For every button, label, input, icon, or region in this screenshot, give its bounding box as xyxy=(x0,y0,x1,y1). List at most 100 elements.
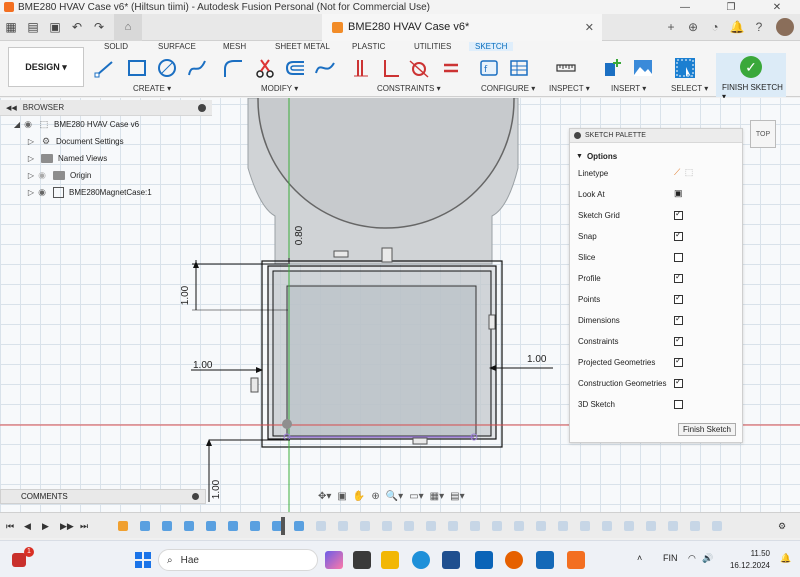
collapse-arrows-icon[interactable]: ◀◀ xyxy=(6,104,17,112)
trim-icon[interactable] xyxy=(254,57,276,79)
parameters-icon[interactable]: f xyxy=(478,57,500,79)
weather-icon[interactable] xyxy=(12,553,26,567)
checkbox[interactable] xyxy=(674,314,683,325)
wifi-icon[interactable]: ◠ xyxy=(688,553,696,564)
step-forward-icon[interactable]: ▶▶ xyxy=(60,521,74,532)
rectangle-icon[interactable] xyxy=(126,57,148,79)
fillet-icon[interactable] xyxy=(222,57,244,79)
expand-right-icon[interactable]: ▷ xyxy=(26,137,36,146)
select-icon[interactable] xyxy=(674,57,696,79)
dimension-label-top[interactable]: 0.80 xyxy=(294,226,305,245)
copilot-icon[interactable] xyxy=(325,551,343,569)
perpendicular-icon[interactable] xyxy=(380,57,402,79)
equal-icon[interactable] xyxy=(440,57,462,79)
palette-row-constraints[interactable]: Constraints xyxy=(570,331,742,352)
look-at-icon[interactable]: ▣ xyxy=(674,188,683,199)
help-icon[interactable]: ? xyxy=(748,20,770,34)
tree-item-component[interactable]: ▷ ◉ BME280MagnetCase:1 xyxy=(0,184,212,201)
browser-header[interactable]: ◀◀ BROWSER xyxy=(0,100,212,116)
dimension-label-left-horizontal[interactable]: 1.00 xyxy=(193,360,212,371)
timeline-feature[interactable] xyxy=(382,521,392,531)
tab-sketch[interactable]: SKETCH xyxy=(469,42,514,51)
browser-toggle-icon[interactable] xyxy=(198,103,206,112)
file-explorer-icon[interactable] xyxy=(381,551,399,569)
timeline-feature[interactable] xyxy=(646,521,656,531)
dimension-label-bottom[interactable]: 1.00 xyxy=(211,480,222,499)
expand-right-icon[interactable]: ▷ xyxy=(26,171,36,180)
checkbox[interactable] xyxy=(674,253,683,262)
palette-options-section[interactable]: ▼ Options xyxy=(570,149,742,163)
offset-icon[interactable] xyxy=(284,57,306,79)
timeline-feature[interactable] xyxy=(536,521,546,531)
timeline-feature[interactable] xyxy=(492,521,502,531)
palette-finish-sketch-button[interactable]: Finish Sketch xyxy=(678,423,736,436)
expand-right-icon[interactable]: ▷ xyxy=(26,154,36,163)
inspect-group-label[interactable]: INSPECT ▾ xyxy=(549,84,590,93)
timeline-feature[interactable] xyxy=(316,521,326,531)
grid-settings-icon[interactable]: ▦▾ xyxy=(430,491,444,502)
fusion-taskbar-icon[interactable] xyxy=(567,551,585,569)
insert-image-icon[interactable] xyxy=(632,57,654,79)
dimension-label-left-vertical[interactable]: 1.00 xyxy=(180,286,191,305)
palette-row-look-at[interactable]: Look At ▣ xyxy=(570,184,742,205)
redo-icon[interactable]: ↷ xyxy=(88,17,110,37)
configure-group-label[interactable]: CONFIGURE ▾ xyxy=(481,84,535,93)
avatar[interactable] xyxy=(776,18,794,36)
tab-surface[interactable]: SURFACE xyxy=(158,42,196,51)
go-to-end-icon[interactable]: ⏭ xyxy=(80,521,88,532)
palette-row-snap[interactable]: Snap xyxy=(570,226,742,247)
save-icon[interactable]: ▣ xyxy=(44,17,66,37)
palette-row-construction-geometries[interactable]: Construction Geometries xyxy=(570,373,742,394)
zoom-window-icon[interactable]: 🔍▾ xyxy=(386,491,403,502)
windows-start-icon[interactable] xyxy=(134,551,152,569)
timeline-feature[interactable] xyxy=(338,521,348,531)
timeline-feature[interactable] xyxy=(558,521,568,531)
timeline-feature[interactable] xyxy=(184,521,194,531)
modify-group-label[interactable]: MODIFY ▾ xyxy=(261,84,298,93)
edge-browser-icon[interactable] xyxy=(412,551,430,569)
minimize-icon[interactable]: — xyxy=(662,2,708,13)
play-icon[interactable]: ▶ xyxy=(42,521,49,532)
expand-right-icon[interactable]: ▷ xyxy=(26,188,36,197)
palette-row-slice[interactable]: Slice xyxy=(570,247,742,268)
undo-icon[interactable]: ↶ xyxy=(66,17,88,37)
zoom-icon[interactable]: ⊕ xyxy=(371,491,379,502)
expand-down-icon[interactable]: ◢ xyxy=(12,120,22,129)
spline-icon[interactable] xyxy=(186,57,208,79)
tab-solid[interactable]: SOLID xyxy=(104,42,128,51)
tab-sheet-metal[interactable]: SHEET METAL xyxy=(275,42,330,51)
extensions-icon[interactable]: ⊕ xyxy=(682,20,704,34)
taskbar-clock[interactable]: 11.50 16.12.2024 xyxy=(728,548,770,572)
checkbox[interactable] xyxy=(674,209,683,220)
measure-icon[interactable] xyxy=(555,57,577,79)
palette-row-sketch-grid[interactable]: Sketch Grid xyxy=(570,205,742,226)
checkbox[interactable] xyxy=(674,272,683,283)
workspace-switcher-button[interactable]: DESIGN ▾ xyxy=(8,47,84,87)
close-icon[interactable]: ✕ xyxy=(754,2,800,13)
comments-bar[interactable]: COMMENTS xyxy=(0,489,206,504)
timeline-marker[interactable] xyxy=(281,517,285,535)
view-cube[interactable]: TOP xyxy=(750,120,776,148)
display-settings-icon[interactable]: ▭▾ xyxy=(409,491,423,502)
timeline-feature[interactable] xyxy=(470,521,480,531)
tree-item-document-settings[interactable]: ▷ ⚙ Document Settings xyxy=(0,133,212,150)
timeline-feature[interactable] xyxy=(426,521,436,531)
tab-mesh[interactable]: MESH xyxy=(223,42,246,51)
palette-row-3d-sketch[interactable]: 3D Sketch xyxy=(570,394,742,415)
task-view-icon[interactable] xyxy=(353,551,371,569)
tangent-icon[interactable] xyxy=(408,57,430,79)
palette-row-points[interactable]: Points xyxy=(570,289,742,310)
create-group-label[interactable]: CREATE ▾ xyxy=(133,84,171,93)
document-tab[interactable]: BME280 HVAV Case v6* ✕ xyxy=(322,13,602,41)
tree-item-origin[interactable]: ▷ ◉ Origin xyxy=(0,167,212,184)
palette-row-dimensions[interactable]: Dimensions xyxy=(570,310,742,331)
visibility-eye-icon[interactable]: ◉ xyxy=(36,187,48,198)
palette-toggle-icon[interactable] xyxy=(574,132,581,139)
timeline-feature[interactable] xyxy=(690,521,700,531)
pan-icon[interactable]: ✋ xyxy=(353,491,365,502)
checkbox[interactable] xyxy=(674,230,683,241)
notification-bell-icon[interactable]: 🔔 xyxy=(780,553,791,564)
store-icon[interactable] xyxy=(442,551,460,569)
new-tab-icon[interactable]: + xyxy=(660,20,682,34)
timeline-feature[interactable] xyxy=(250,521,260,531)
